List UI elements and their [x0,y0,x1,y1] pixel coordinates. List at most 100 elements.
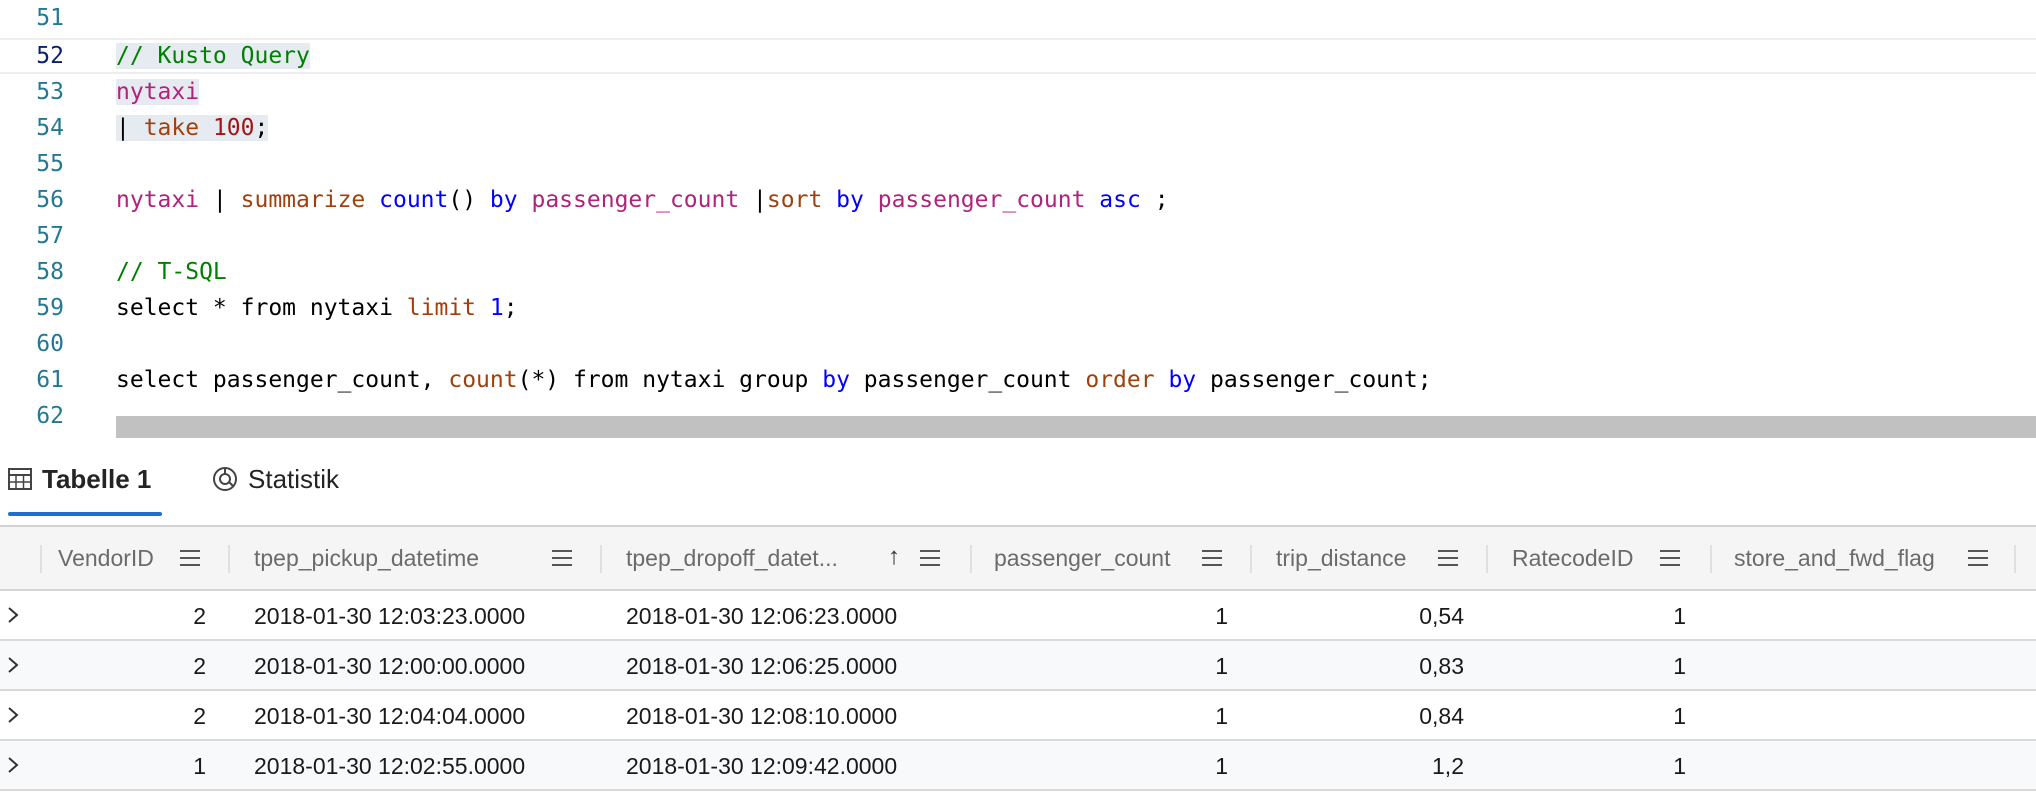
column-menu-icon[interactable] [552,550,572,566]
cell-trip-distance: 1,2 [1432,753,1464,779]
code-token: select passenger_count, [116,367,449,393]
column-menu-icon[interactable] [1438,550,1458,566]
code-token: // Kusto Query [116,43,310,69]
line-number: 54 [36,115,64,141]
code-text[interactable]: select * from nytaxi limit 1; [116,290,518,326]
line-number: 61 [36,367,64,393]
code-token: // T-SQL [116,259,227,285]
code-line[interactable]: 54 | take 100; [0,110,2036,146]
table-row[interactable]: 2 2018-01-30 12:04:04.0000 2018-01-30 12… [0,691,2036,741]
tab-statistics[interactable]: Statistik [212,440,339,518]
line-number: 52 [36,43,64,69]
column-menu-icon[interactable] [1660,550,1680,566]
chevron-right-icon[interactable] [6,706,20,724]
code-token: ; [1140,187,1169,213]
code-text[interactable]: | take 100; [116,110,269,146]
cell-passenger-count: 1 [1215,603,1228,629]
code-text[interactable]: nytaxi [116,74,200,110]
line-number: 60 [36,331,64,357]
horizontal-scrollbar[interactable] [116,416,2036,438]
chevron-right-icon[interactable] [6,756,20,774]
code-token: ; [254,115,269,141]
cell-ratecodeid: 1 [1673,703,1686,729]
code-line[interactable]: 60 [0,326,2036,362]
column-separator[interactable] [1486,545,1488,573]
code-token: take [143,115,200,141]
column-header-ratecodeid[interactable]: RatecodeID [1512,527,1633,589]
table-row[interactable]: 1 2018-01-30 12:02:55.0000 2018-01-30 12… [0,741,2036,791]
code-line[interactable]: 61 select passenger_count, count(*) from… [0,362,2036,398]
query-editor[interactable]: 51 52 // Kusto Query 53 nytaxi 54 | take… [0,0,2036,438]
code-token: order [1085,367,1155,393]
cell-vendorid: 1 [193,753,206,779]
code-token: by [1168,367,1197,393]
code-token: count [448,367,518,393]
code-line[interactable]: 58 // T-SQL [0,254,2036,290]
code-token: passenger_count [849,367,1086,393]
sort-ascending-icon[interactable]: ↑ [888,543,900,571]
code-text[interactable]: // Kusto Query [116,38,310,74]
line-number: 51 [36,5,64,31]
code-token: asc [1099,187,1141,213]
table-row[interactable]: 2 2018-01-30 12:00:00.0000 2018-01-30 12… [0,641,2036,691]
column-header-passenger-count[interactable]: passenger_count [994,527,1170,589]
chevron-right-icon[interactable] [6,656,20,674]
code-token: | [739,187,767,213]
code-line[interactable]: 51 [0,0,2036,36]
line-number: 59 [36,295,64,321]
code-token: summarize [240,187,366,213]
cell-vendorid: 2 [193,603,206,629]
column-menu-icon[interactable] [1968,550,1988,566]
code-line[interactable]: 59 select * from nytaxi limit 1; [0,290,2036,326]
code-text[interactable]: // T-SQL [116,254,227,290]
code-token [199,115,213,141]
column-separator[interactable] [1250,545,1252,573]
column-menu-icon[interactable] [180,550,200,566]
code-text[interactable]: nytaxi | summarize count() by passenger_… [116,182,1169,218]
code-token: 100 [212,115,255,141]
code-token: () [448,187,490,213]
code-token: 1 [489,295,504,321]
code-line[interactable]: 53 nytaxi [0,74,2036,110]
cell-ratecodeid: 1 [1673,753,1686,779]
column-menu-icon[interactable] [920,550,940,566]
code-token: ; [503,295,518,321]
column-header-store-and-fwd-flag[interactable]: store_and_fwd_flag [1734,527,1935,589]
column-header-pickup[interactable]: tpep_pickup_datetime [254,527,479,589]
code-token: | [199,187,241,213]
cell-dropoff: 2018-01-30 12:06:25.0000 [626,653,898,679]
column-separator[interactable] [228,545,230,573]
cell-pickup: 2018-01-30 12:02:55.0000 [254,753,526,779]
chevron-right-icon[interactable] [6,606,20,624]
cell-dropoff: 2018-01-30 12:06:23.0000 [626,603,898,629]
column-separator[interactable] [970,545,972,573]
cell-trip-distance: 0,83 [1419,653,1464,679]
active-tab-indicator [8,512,162,516]
column-separator[interactable] [1710,545,1712,573]
code-token: sort [766,187,823,213]
tab-label: Tabelle 1 [42,463,152,494]
code-line[interactable]: 57 [0,218,2036,254]
code-line[interactable]: 56 nytaxi | summarize count() by passeng… [0,182,2036,218]
column-separator[interactable] [600,545,602,573]
code-line[interactable]: 55 [0,146,2036,182]
tab-table-1[interactable]: Tabelle 1 [8,440,151,518]
column-header-vendorid[interactable]: VendorID [58,527,154,589]
cell-trip-distance: 0,54 [1419,603,1464,629]
column-header-dropoff[interactable]: tpep_dropoff_datet... [626,527,838,589]
column-separator[interactable] [2014,545,2016,573]
table-row[interactable]: 2 2018-01-30 12:03:23.0000 2018-01-30 12… [0,591,2036,641]
column-header-trip-distance[interactable]: trip_distance [1276,527,1406,589]
column-separator[interactable] [40,545,42,573]
cell-passenger-count: 1 [1215,753,1228,779]
code-token: | [116,115,144,141]
code-line-current[interactable]: 52 // Kusto Query [0,38,2036,74]
table-icon [8,468,32,490]
column-menu-icon[interactable] [1202,550,1222,566]
cell-vendorid: 2 [193,703,206,729]
code-text[interactable]: select passenger_count, count(*) from ny… [116,362,1432,398]
